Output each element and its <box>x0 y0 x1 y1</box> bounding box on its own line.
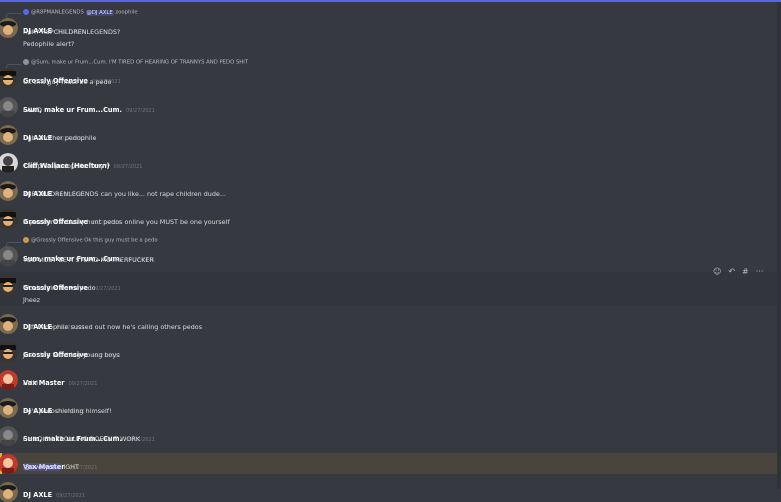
timestamp: 09/27/2021 <box>68 381 98 387</box>
avatar[interactable] <box>0 209 18 229</box>
message-text: YOU MUST BE A STUPID MOTHERFUCKER <box>23 256 154 264</box>
message-text: R8PCHILDRENLEGENDS can you like... not r… <box>23 190 226 198</box>
everyone-mention[interactable]: @everyone <box>23 463 62 471</box>
avatar[interactable] <box>0 482 18 502</box>
timestamp: 09/27/2021 <box>91 286 121 292</box>
scrollbar[interactable] <box>777 2 781 489</box>
message-text: @everyone IGHT <box>23 463 79 471</box>
message-text: Ugh another pedophile <box>23 134 97 142</box>
message-text: Huh? R8PCHILDRENLEGENDS? <box>23 28 121 36</box>
reply-preview[interactable]: @R8PMANLEGENDS @DJ AXLE zoophile <box>23 9 138 16</box>
timestamp: 09/27/2021 <box>113 164 143 170</box>
timestamp: 09/27/2021 <box>56 493 85 499</box>
author-name[interactable]: DJ AXLE <box>23 491 52 499</box>
message-text: *zoophile pedophile furry** <box>23 162 111 170</box>
message-text: Woah calm down pedo <box>23 284 96 292</box>
avatar[interactable] <box>0 153 18 173</box>
message-text: If you dont actively hunt pedos online y… <box>23 218 230 226</box>
mention[interactable]: @DJ AXLE <box>85 9 114 16</box>
message-text: He's pedoshielding himself! <box>23 407 112 415</box>
message-text: Just stop touching young boys <box>23 351 120 359</box>
mention-highlight-background <box>0 453 778 474</box>
reply-avatar-icon <box>23 237 29 243</box>
top-accent-bar <box>0 0 781 2</box>
avatar[interactable] <box>0 370 18 390</box>
avatar[interactable] <box>0 314 18 334</box>
reply-icon[interactable]: ↶ <box>728 267 735 277</box>
avatar[interactable] <box>0 68 18 88</box>
more-icon[interactable]: ··· <box>756 267 764 277</box>
avatar[interactable] <box>0 398 18 418</box>
emoji-icon[interactable]: ☺ <box>713 267 721 277</box>
message-text: Ok this guy must be a pedo <box>23 78 112 86</box>
reply-preview[interactable]: @Sum, make ur Frum...Cum. I'M TIRED OF H… <box>23 59 248 66</box>
avatar[interactable] <box>0 246 18 266</box>
reply-avatar-icon <box>23 9 29 15</box>
thread-icon[interactable]: # <box>742 267 749 277</box>
avatar[interactable] <box>0 342 18 362</box>
message-text: LAWD <box>23 106 42 114</box>
avatar[interactable] <box>0 97 18 117</box>
message-text: Jheez <box>23 296 41 304</box>
message-action-toolbar: ☺ ↶ # ··· <box>713 267 763 277</box>
message-text: HUM <box>23 379 38 387</box>
reply-preview[interactable]: @Grossly Offensive Ok this guy must be a… <box>23 237 158 244</box>
avatar[interactable] <box>0 426 18 446</box>
message-text: Pedophile alert? <box>23 40 75 48</box>
avatar[interactable] <box>0 18 18 38</box>
message-text: Cliff Pedophile sussed out now he's call… <box>23 323 203 331</box>
message-text: CHILDISH TROLLING DOESN'T WORK <box>23 435 141 443</box>
avatar[interactable] <box>0 181 18 201</box>
reply-avatar-icon <box>23 59 29 65</box>
avatar[interactable] <box>0 125 18 145</box>
timestamp: 09/27/2021 <box>125 108 155 114</box>
